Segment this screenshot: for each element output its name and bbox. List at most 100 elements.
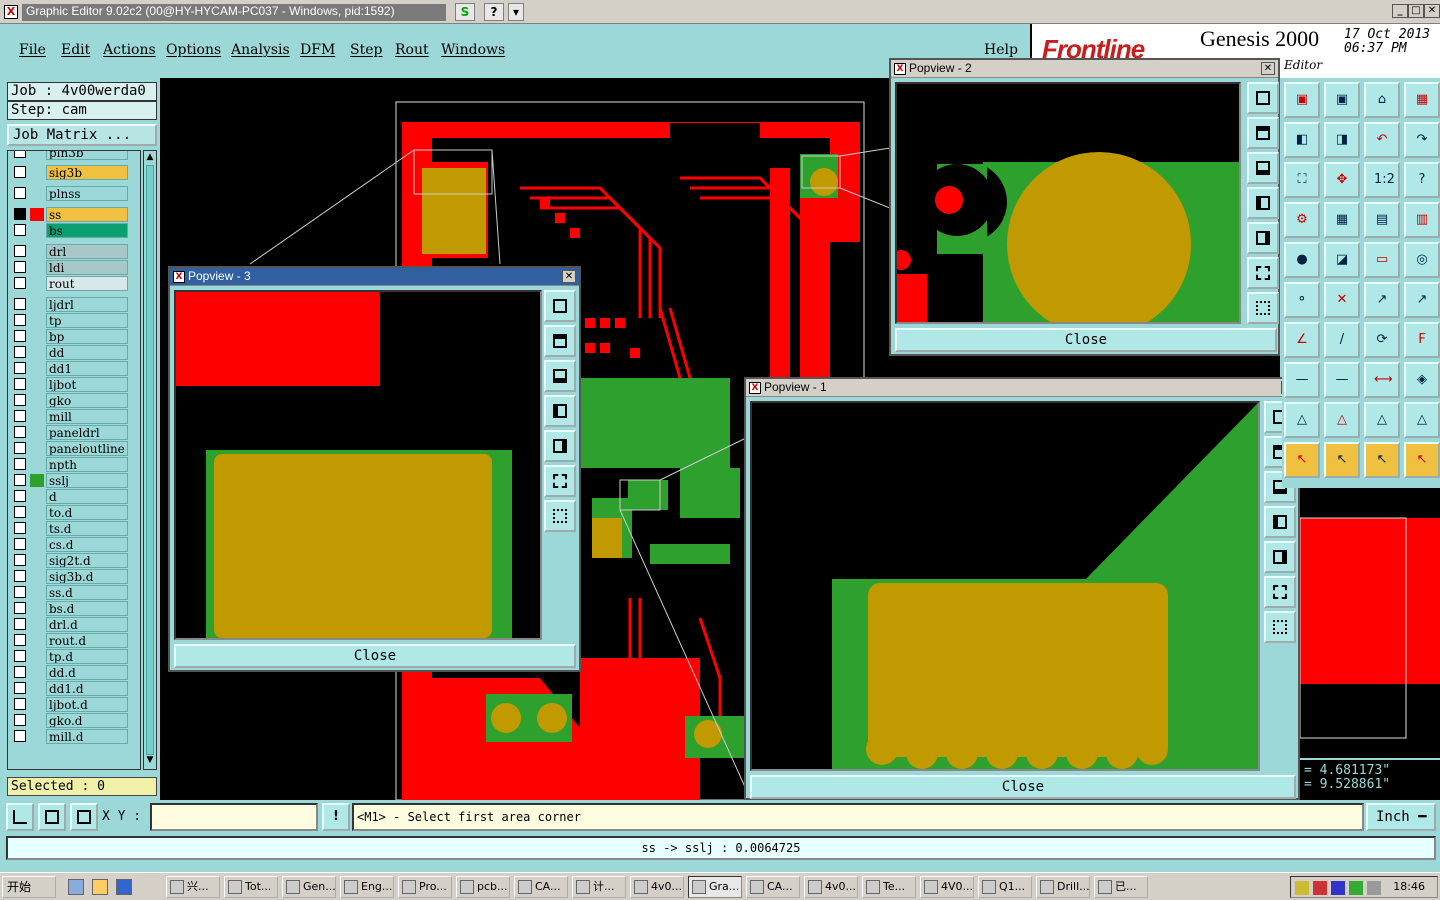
layer-row[interactable]: dd1 xyxy=(8,361,140,376)
layer-name[interactable]: tp.d xyxy=(46,649,128,664)
save-icon[interactable]: ▣ xyxy=(1324,82,1360,118)
layer-row[interactable]: sig3b.d xyxy=(8,569,140,584)
tray-icon-1[interactable] xyxy=(1295,881,1309,895)
layer-name[interactable]: mill.d xyxy=(46,729,128,744)
scroll-up-icon[interactable]: ▲ xyxy=(145,152,155,164)
layer-name[interactable]: pln3b xyxy=(46,151,128,160)
layer-checkbox[interactable] xyxy=(14,666,26,678)
layer-checkbox[interactable] xyxy=(14,166,26,178)
layer-name[interactable]: dd.d xyxy=(46,665,128,680)
layer-row[interactable]: to.d xyxy=(8,505,140,520)
window-icon[interactable]: ▦ xyxy=(1404,82,1440,118)
text-icon[interactable]: F xyxy=(1404,322,1440,358)
layer-row[interactable]: rout.d xyxy=(8,633,140,648)
layer-row[interactable]: ljbot xyxy=(8,377,140,392)
layer-row[interactable]: sig2t.d xyxy=(8,553,140,568)
menu-rout[interactable]: Rout xyxy=(395,42,429,58)
connect-icon[interactable]: ⚬ xyxy=(1284,282,1320,318)
line-angle-icon[interactable]: ∠ xyxy=(1284,322,1320,358)
layer-row[interactable]: dd1.d xyxy=(8,681,140,696)
layer-name[interactable]: ljbot.d xyxy=(46,697,128,712)
zoom-icon[interactable]: ✥ xyxy=(1324,162,1360,198)
popview-3-pan-down-icon[interactable] xyxy=(544,360,576,392)
popview-3-home-icon[interactable] xyxy=(544,500,576,532)
taskbar-task[interactable]: pcb... xyxy=(456,876,510,898)
layer-checkbox[interactable] xyxy=(14,538,26,550)
layer-row[interactable]: plnss xyxy=(8,186,140,201)
popview-3-fit-icon[interactable] xyxy=(544,465,576,497)
popview-3-pan-up-icon[interactable] xyxy=(544,325,576,357)
minimize-button[interactable]: _ xyxy=(1392,4,1408,18)
layer-row[interactable]: tp.d xyxy=(8,649,140,664)
snap-pad-icon[interactable]: ● xyxy=(1284,242,1320,278)
popview-2-view[interactable] xyxy=(895,82,1241,324)
layer-checkbox[interactable] xyxy=(14,277,26,289)
popview-2-close-icon[interactable]: ✕ xyxy=(1261,62,1275,75)
taskbar-task[interactable]: CA... xyxy=(746,876,800,898)
taskbar-task[interactable]: 兴... xyxy=(166,876,220,898)
dropdown-arrow-icon[interactable]: ▾ xyxy=(508,3,524,21)
layer-checkbox[interactable] xyxy=(14,490,26,502)
popview-1-view[interactable] xyxy=(750,401,1260,771)
layer-row[interactable]: paneldrl xyxy=(8,425,140,440)
layer-row[interactable]: ldi xyxy=(8,260,140,275)
grid-mode-icon[interactable] xyxy=(70,803,98,831)
taskbar-task[interactable]: 4v0... xyxy=(804,876,858,898)
layer-name[interactable]: dd1.d xyxy=(46,681,128,696)
layer-row[interactable]: dd xyxy=(8,345,140,360)
triangle-b-icon[interactable]: △ xyxy=(1324,402,1360,438)
taskbar-task[interactable]: Eng... xyxy=(340,876,394,898)
layer-name[interactable]: gko.d xyxy=(46,713,128,728)
layer-checkbox[interactable] xyxy=(14,554,26,566)
exclamation-button[interactable]: ! xyxy=(322,803,350,831)
menu-windows[interactable]: Windows xyxy=(441,42,505,58)
layer-row[interactable]: cs.d xyxy=(8,537,140,552)
circle-icon[interactable]: ◎ xyxy=(1404,242,1440,278)
layer-name[interactable]: bs.d xyxy=(46,601,128,616)
popview-3-view[interactable] xyxy=(174,290,542,640)
taskbar-task[interactable]: 计... xyxy=(572,876,626,898)
layer-checkbox[interactable] xyxy=(14,634,26,646)
dimension-icon[interactable]: ⟷ xyxy=(1364,362,1400,398)
layer-checkbox[interactable] xyxy=(14,698,26,710)
layer-name[interactable]: rout.d xyxy=(46,633,128,648)
taskbar-task[interactable]: Q1... xyxy=(978,876,1032,898)
layer-row[interactable]: ts.d xyxy=(8,521,140,536)
popview-1-home-icon[interactable] xyxy=(1264,611,1296,643)
s-tool-icon[interactable]: S xyxy=(455,3,475,21)
layer-checkbox[interactable] xyxy=(14,245,26,257)
layer-checkbox[interactable] xyxy=(14,618,26,630)
popview-2-zoom-icon[interactable] xyxy=(1247,82,1279,114)
layer-checkbox[interactable] xyxy=(14,426,26,438)
layer-name[interactable]: ts.d xyxy=(46,521,128,536)
quicklaunch-ie-icon[interactable] xyxy=(116,879,132,895)
layer-checkbox[interactable] xyxy=(14,346,26,358)
home-icon[interactable]: ⌂ xyxy=(1364,82,1400,118)
layer-name[interactable]: d xyxy=(46,489,128,504)
layer-checkbox[interactable] xyxy=(14,650,26,662)
popview-3-close-button[interactable]: Close xyxy=(174,644,576,668)
layer-checkbox[interactable] xyxy=(14,586,26,598)
app-icon[interactable]: X xyxy=(4,5,18,19)
menu-options[interactable]: Options xyxy=(166,42,221,58)
scale-icon[interactable]: 1:2 xyxy=(1364,162,1400,198)
layer-name[interactable]: sslj xyxy=(46,473,128,488)
help-icon[interactable]: ? xyxy=(1404,162,1440,198)
measure-mode-icon[interactable] xyxy=(38,803,66,831)
layer-name[interactable]: to.d xyxy=(46,505,128,520)
popview-3-close-icon[interactable]: ✕ xyxy=(562,270,576,283)
line-flat-icon[interactable]: — xyxy=(1284,362,1320,398)
close-window-button[interactable]: ✕ xyxy=(1424,4,1440,18)
layer-name[interactable]: rout xyxy=(46,276,128,291)
scroll-thumb[interactable] xyxy=(146,165,154,755)
layer-name[interactable]: cs.d xyxy=(46,537,128,552)
layer-row[interactable]: mill xyxy=(8,409,140,424)
help-tool-icon[interactable]: ? xyxy=(484,3,504,21)
layer-name[interactable]: ljbot xyxy=(46,377,128,392)
layer-checkbox[interactable] xyxy=(14,506,26,518)
menu-dfm[interactable]: DFM xyxy=(300,42,335,58)
net-icon[interactable]: ↗ xyxy=(1404,282,1440,318)
layer-row[interactable]: drl xyxy=(8,244,140,259)
layer-row[interactable]: bp xyxy=(8,329,140,344)
popview-1-fit-icon[interactable] xyxy=(1264,576,1296,608)
